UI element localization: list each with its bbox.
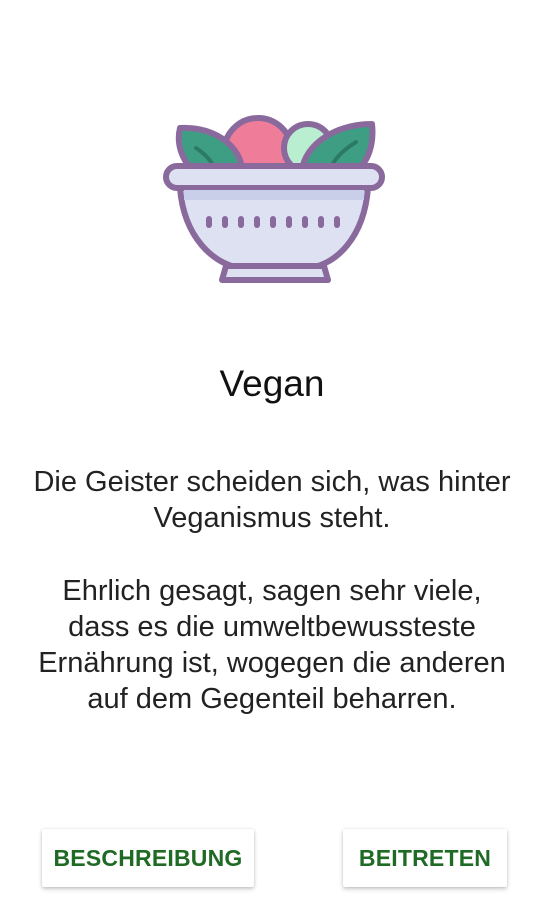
description-paragraph-1: Die Geister scheiden sich, was hinter Ve…	[33, 466, 511, 534]
screen: Vegan Die Geister scheiden sich, was hin…	[0, 0, 544, 908]
description-paragraph-2: Ehrlich gesagt, sagen sehr viele, dass e…	[38, 575, 506, 715]
description-button[interactable]: BESCHREIBUNG	[42, 829, 254, 887]
page-title: Vegan	[219, 363, 325, 404]
join-button[interactable]: BEITRETEN	[343, 829, 507, 887]
salad-bowl-icon	[163, 115, 385, 283]
